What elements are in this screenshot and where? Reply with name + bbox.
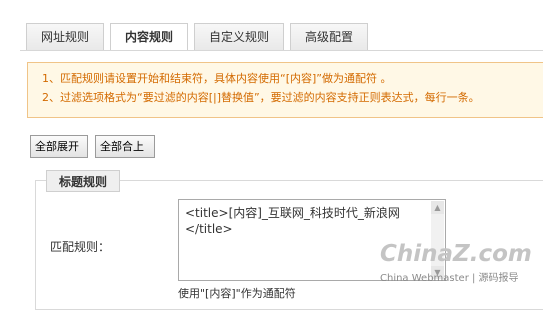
watermark-logo: ChinaZ.com (380, 241, 532, 267)
match-rule-text: <title>[内容]_互联网_科技时代_新浪网 </title> (185, 206, 400, 236)
match-rule-label: 匹配规则： (50, 240, 111, 254)
notice-line-2: 2、过滤选项格式为“要过滤的内容[|]替换值”，要过滤的内容支持正则表达式，每行… (42, 91, 480, 104)
watermark: ChinaZ.com China Webmaster | 源码报导 (380, 241, 532, 284)
tab-custom-rules[interactable]: 自定义规则 (194, 23, 285, 50)
notice-line-1: 1、匹配规则请设置开始和结束符，具体内容使用“[内容]”做为通配符 。 (42, 72, 392, 85)
expand-all-button[interactable]: 全部展开 (30, 135, 88, 158)
wildcard-hint: 使用"[内容]"作为通配符 (178, 287, 296, 300)
title-rule-legend: 标题规则 (46, 170, 120, 192)
watermark-subtitle: China Webmaster | 源码报导 (380, 273, 519, 284)
tab-advanced-config[interactable]: 高级配置 (290, 23, 369, 50)
collapse-all-button[interactable]: 全部合上 (95, 135, 155, 158)
tab-bar: 网址规则 内容规则 自定义规则 高级配置 (26, 23, 369, 51)
scroll-up-icon[interactable]: ▲ (431, 201, 444, 214)
tab-content-rules[interactable]: 内容规则 (110, 23, 189, 51)
tab-divider (20, 50, 543, 51)
tab-url-rules[interactable]: 网址规则 (26, 23, 105, 50)
notice-box: 1、匹配规则请设置开始和结束符，具体内容使用“[内容]”做为通配符 。 2、过滤… (27, 62, 543, 118)
